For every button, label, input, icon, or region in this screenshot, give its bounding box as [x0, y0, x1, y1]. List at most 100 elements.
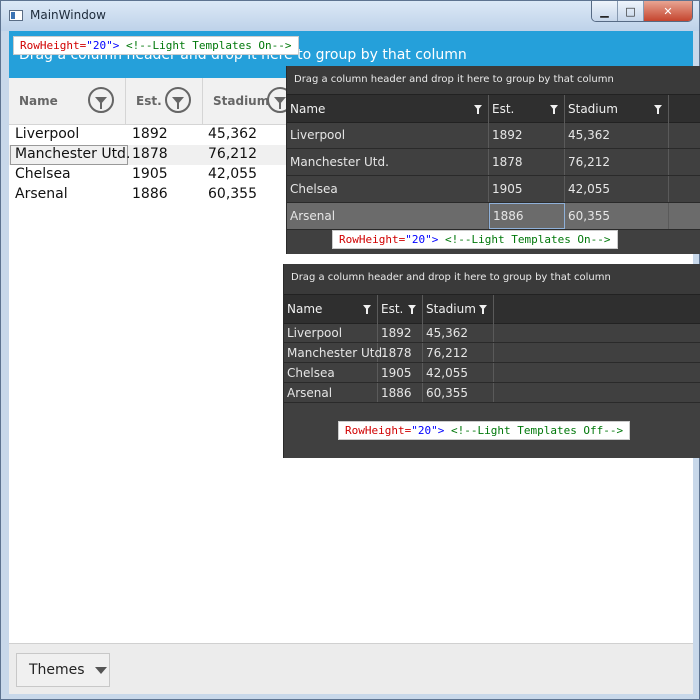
close-button[interactable]: ✕	[644, 1, 692, 21]
cell-est: 1878	[132, 146, 168, 162]
chevron-down-icon	[94, 666, 107, 674]
dark-grid-light-templates-on: Drag a column header and drop it here to…	[286, 66, 700, 254]
cell-est: 1892	[378, 323, 423, 342]
column-header-label: Name	[290, 101, 326, 116]
code-comment: <!--Light Templates On-->	[444, 233, 611, 246]
table-row[interactable]: Chelsea 1905 42,055	[287, 176, 700, 203]
filter-icon[interactable]	[550, 104, 558, 114]
cell-stadium: 60,355	[208, 186, 257, 202]
table-row[interactable]: Manchester Utd. 1878 76,212	[284, 343, 700, 363]
group-panel[interactable]: Drag a column header and drop it here to…	[284, 264, 700, 294]
cell-name: Arsenal	[284, 383, 378, 402]
group-panel-text: Drag a column header and drop it here to…	[291, 272, 611, 283]
cell-name: Manchester Utd.	[284, 343, 386, 362]
main-window: MainWindow ▁ □ ✕ Drag a column header an…	[0, 0, 700, 700]
cell-name: Liverpool	[15, 126, 80, 142]
filter-icon[interactable]	[479, 305, 487, 314]
table-row[interactable]: Liverpool 1892 45,362	[287, 122, 700, 149]
column-header-label: Name	[287, 302, 323, 316]
code-label-light-on: RowHeight="20"> <!--Light Templates On--…	[332, 230, 618, 249]
code-close: >	[437, 424, 445, 437]
caption-buttons: ▁ □ ✕	[591, 1, 693, 22]
table-row[interactable]: Chelsea 1905 42,055	[284, 363, 700, 383]
cell-name: Liverpool	[284, 323, 378, 342]
cell-est: 1886	[132, 186, 168, 202]
column-header-name[interactable]: Name	[9, 78, 126, 124]
code-attr: RowHeight=	[345, 424, 412, 437]
window-icon	[9, 10, 23, 21]
cell-stadium: 45,362	[208, 126, 257, 142]
code-value: "20"	[411, 424, 438, 437]
table-row[interactable]: Arsenal 1886 60,355	[284, 383, 700, 403]
code-comment: <!--Light Templates Off-->	[450, 424, 624, 437]
cell-stadium: 42,055	[208, 166, 257, 182]
cell-stadium: 45,362	[423, 323, 494, 342]
cell-name: Chelsea	[15, 166, 71, 182]
cell-stadium: 42,055	[423, 363, 494, 382]
column-header-label: Stadium	[568, 101, 618, 116]
code-attr: RowHeight=	[20, 39, 87, 52]
cell-stadium: 76,212	[565, 149, 669, 175]
filter-icon[interactable]	[363, 305, 371, 314]
themes-dropdown[interactable]: Themes	[16, 653, 110, 687]
code-value: "20"	[405, 233, 432, 246]
code-label-light-off: RowHeight="20"> <!--Light Templates Off-…	[338, 421, 631, 440]
cell-est: 1886	[489, 203, 565, 229]
table-row-selected[interactable]: Arsenal 1886 60,355	[287, 203, 700, 230]
column-header-name[interactable]: Name	[284, 295, 378, 323]
code-value: "20"	[86, 39, 113, 52]
cell-stadium: 60,355	[423, 383, 494, 402]
maximize-button[interactable]: □	[618, 1, 644, 21]
table-row[interactable]: Manchester Utd. 1878 76,212	[287, 149, 700, 176]
column-header-stadium[interactable]: Stadium	[565, 95, 669, 122]
cell-name: Arsenal	[287, 203, 489, 229]
cell-stadium: 42,055	[565, 176, 669, 202]
filter-icon[interactable]	[474, 104, 482, 114]
cell-stadium: 45,362	[565, 122, 669, 148]
dark-grid-light-templates-off: Drag a column header and drop it here to…	[283, 264, 700, 458]
code-close: >	[431, 233, 439, 246]
column-header-label: Name	[19, 94, 58, 108]
cell-name: Liverpool	[287, 122, 489, 148]
cell-est: 1892	[489, 122, 565, 148]
code-comment: <!--Light Templates On-->	[125, 39, 292, 52]
column-header-label: Stadium	[213, 94, 270, 108]
column-header-est[interactable]: Est.	[126, 78, 203, 124]
themes-label: Themes	[29, 662, 85, 678]
column-header-stadium[interactable]: Stadium	[423, 295, 494, 323]
minimize-button[interactable]: ▁	[592, 1, 618, 21]
filter-icon[interactable]	[654, 104, 662, 114]
cell-est: 1878	[489, 149, 565, 175]
group-panel[interactable]: Drag a column header and drop it here to…	[287, 66, 700, 94]
cell-name: Manchester Utd.	[15, 146, 131, 162]
cell-stadium: 76,212	[208, 146, 257, 162]
cell-est: 1905	[132, 166, 168, 182]
cell-name: Arsenal	[15, 186, 68, 202]
column-header-label: Est.	[381, 302, 404, 316]
title-bar[interactable]: MainWindow ▁ □ ✕	[1, 1, 699, 31]
code-attr: RowHeight=	[339, 233, 406, 246]
column-header-row: Name Est. Stadium	[284, 294, 700, 324]
column-header-name[interactable]: Name	[287, 95, 489, 122]
cell-name: Manchester Utd.	[287, 149, 489, 175]
table-row[interactable]: Liverpool 1892 45,362	[284, 323, 700, 343]
filter-icon[interactable]	[165, 87, 191, 113]
cell-name: Chelsea	[287, 176, 489, 202]
column-header-label: Est.	[136, 94, 162, 108]
filter-icon[interactable]	[408, 305, 416, 314]
group-panel-text: Drag a column header and drop it here to…	[294, 74, 614, 85]
column-header-est[interactable]: Est.	[378, 295, 423, 323]
cell-est: 1878	[378, 343, 423, 362]
code-close: >	[112, 39, 120, 52]
column-header-label: Est.	[492, 101, 515, 116]
cell-est: 1905	[489, 176, 565, 202]
column-header-row: Name Est. Stadium	[287, 94, 700, 123]
code-label-light-on-top: RowHeight="20"> <!--Light Templates On--…	[13, 36, 299, 55]
bottom-toolbar: Themes	[9, 643, 693, 694]
window-title: MainWindow	[30, 8, 106, 22]
filter-icon[interactable]	[88, 87, 114, 113]
cell-est: 1886	[378, 383, 423, 402]
column-header-est[interactable]: Est.	[489, 95, 565, 122]
cell-est: 1905	[378, 363, 423, 382]
cell-name: Chelsea	[284, 363, 378, 382]
